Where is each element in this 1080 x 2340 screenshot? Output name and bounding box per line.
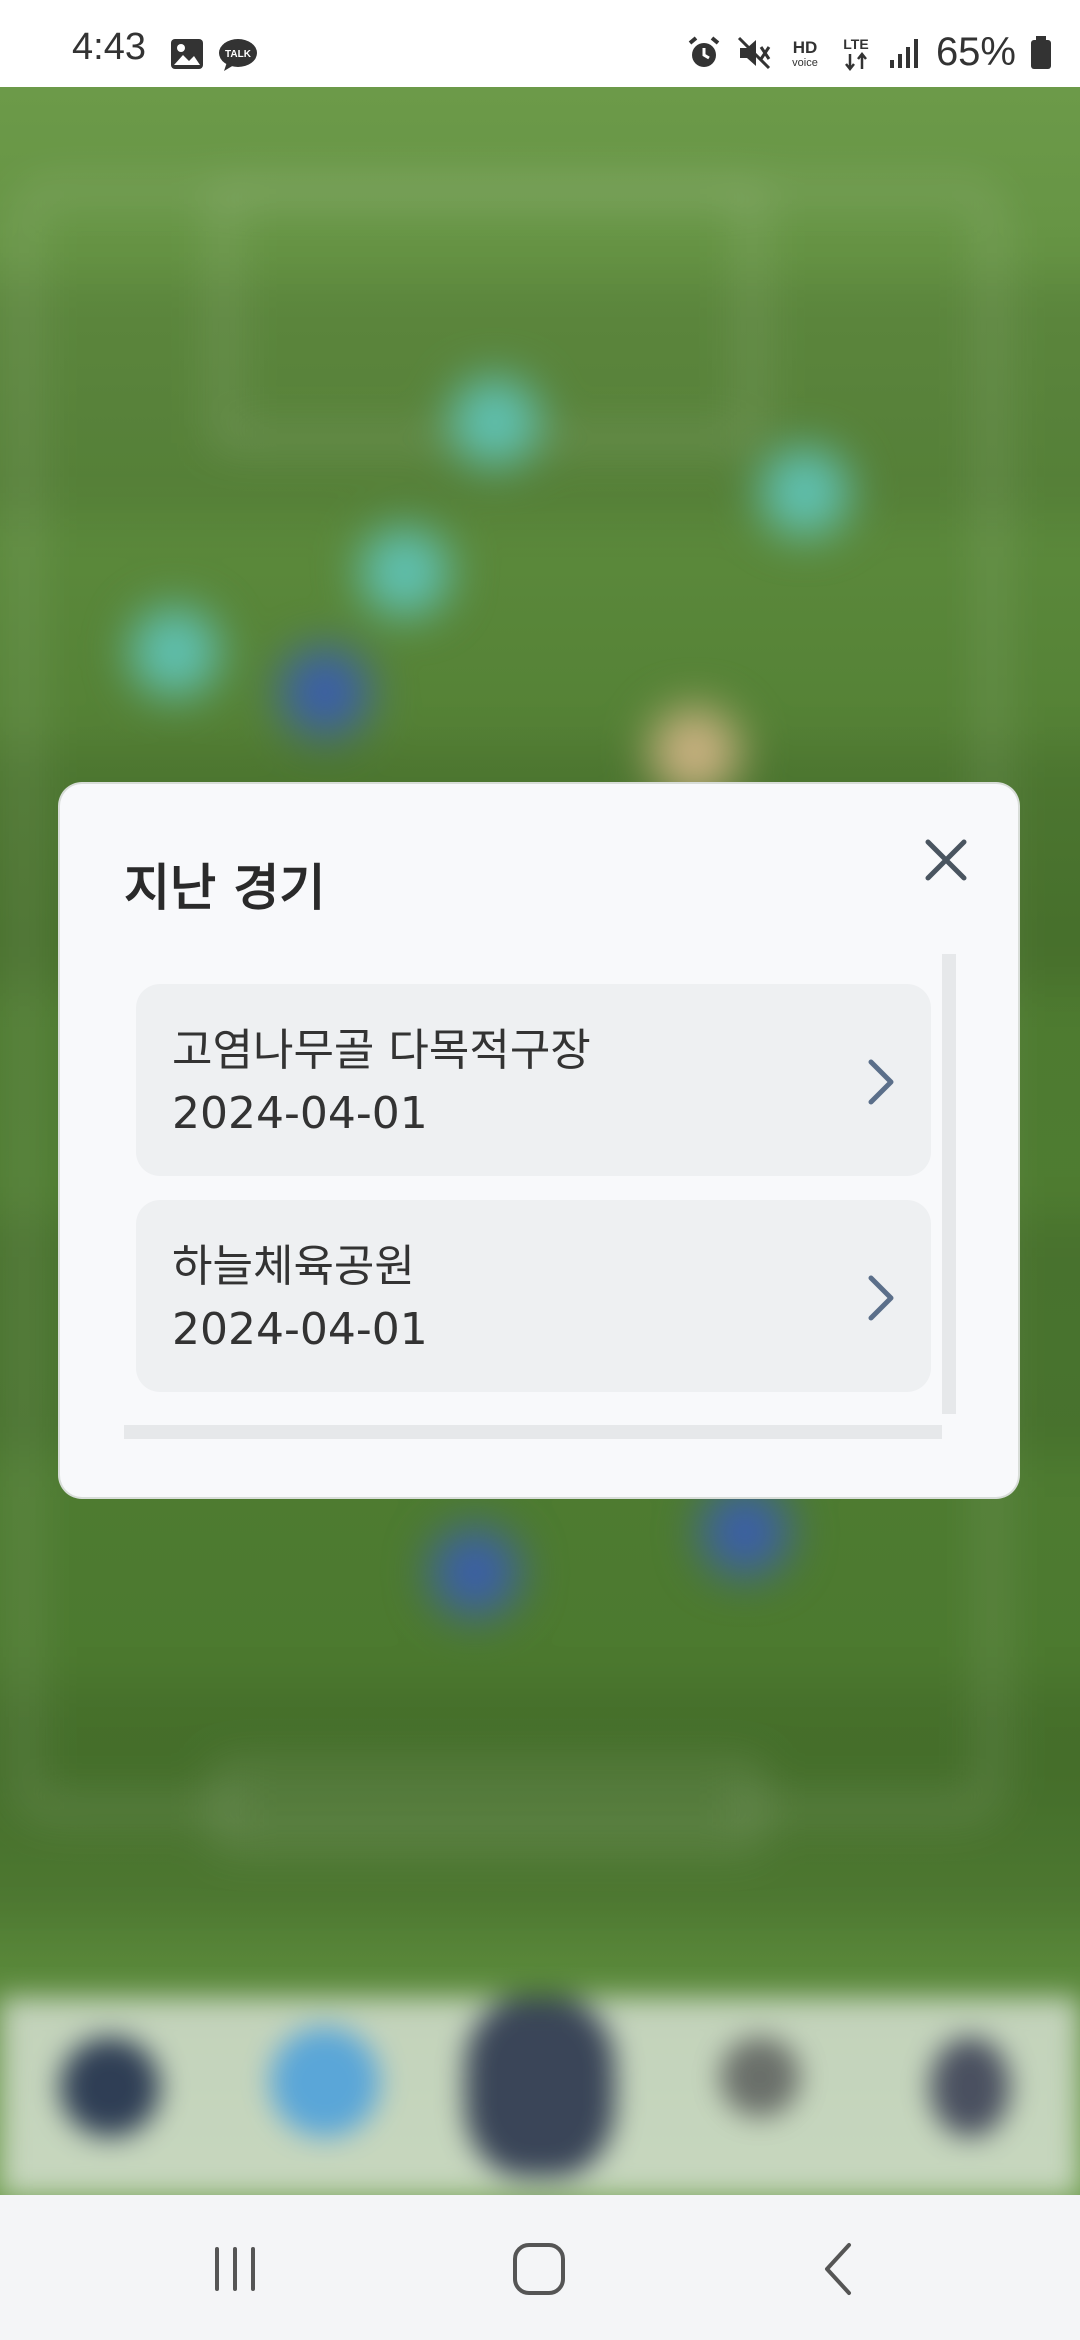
chevron-right-icon (868, 1059, 894, 1105)
home-icon[interactable] (505, 2239, 575, 2299)
modal-title: 지난 경기 (124, 859, 326, 917)
svg-text:LTE: LTE (843, 36, 868, 52)
list-item[interactable]: 하늘체육공원 2024-04-01 (136, 1200, 931, 1392)
back-icon[interactable] (805, 2239, 875, 2299)
chevron-right-icon (868, 1275, 894, 1321)
mute-icon (737, 36, 771, 69)
match-list: 고염나무골 다목적구장 2024-04-01 하늘체육공원 2024-04-01 (136, 984, 956, 1394)
horizontal-scrollbar[interactable] (124, 1425, 942, 1439)
match-date: 2024-04-01 (172, 1088, 428, 1139)
match-date: 2024-04-01 (172, 1304, 428, 1355)
svg-text:voice: voice (792, 57, 818, 69)
signal-icon (889, 38, 918, 68)
hd-voice-icon: HD voice (792, 38, 818, 69)
lte-icon: LTE (843, 36, 869, 71)
recent-apps-icon[interactable] (200, 2239, 270, 2299)
match-venue: 고염나무골 다목적구장 (172, 1025, 591, 1076)
battery-icon (1031, 35, 1051, 69)
close-icon[interactable] (916, 830, 976, 890)
past-matches-modal: 지난 경기 고염나무골 다목적구장 2024-04-01 하늘체육공원 2024… (60, 784, 1018, 1497)
list-item[interactable]: 고염나무골 다목적구장 2024-04-01 (136, 984, 931, 1176)
status-time: 4:43 (72, 26, 146, 68)
status-bar: 4:43 TALK HD voice LTE 65% (0, 0, 1080, 87)
battery-percent: 65% (935, 30, 1016, 74)
system-navigation-bar (0, 2195, 1080, 2340)
alarm-icon (688, 35, 720, 67)
match-venue: 하늘체육공원 (172, 1241, 415, 1292)
svg-text:HD: HD (793, 38, 818, 57)
gallery-icon (171, 39, 203, 69)
talk-icon: TALK (219, 39, 257, 71)
svg-text:TALK: TALK (225, 49, 252, 60)
